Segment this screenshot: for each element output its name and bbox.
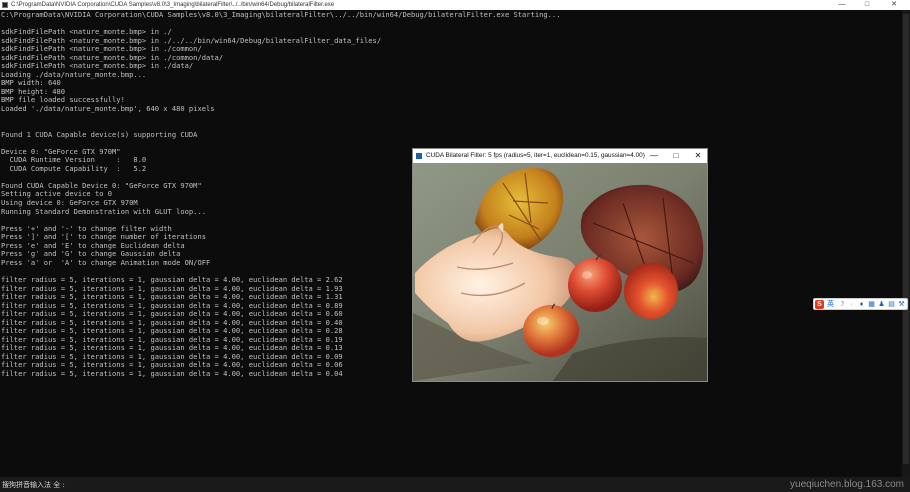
console-line: Loading ./data/nature_monte.bmp... xyxy=(1,69,147,79)
console-line: Found 1 CUDA Capable device(s) supportin… xyxy=(1,129,198,139)
console-window-title: C:\ProgramData\NVIDIA Corporation\CUDA S… xyxy=(11,2,335,8)
console-line: BMP height: 480 xyxy=(1,86,66,96)
maximize-button[interactable]: □ xyxy=(855,0,879,10)
console-title-bar[interactable]: C:\ProgramData\NVIDIA Corporation\CUDA S… xyxy=(0,0,910,10)
console-app-icon xyxy=(2,2,8,8)
image-window-title: CUDA Bilateral Filter: 5 fps (radius=5, … xyxy=(426,152,645,159)
skin-icon[interactable]: ♟ xyxy=(877,299,886,310)
ime-toolbar[interactable]: S 英 ☽ · ♦ ▦ ♟ ▤ ⚒ xyxy=(813,298,908,310)
keyboard-icon[interactable]: ▦ xyxy=(867,299,876,310)
close-button[interactable]: ✕ xyxy=(882,0,906,10)
wrench-icon[interactable]: ⚒ xyxy=(897,299,906,310)
ime-status-bar: 搜狗拼音输入法 全 : xyxy=(0,477,910,492)
sogou-logo-icon[interactable]: S xyxy=(815,300,824,309)
watermark: yueqiuchen.blog.163.com xyxy=(790,479,904,490)
console-line: C:\ProgramData\NVIDIA Corporation\CUDA S… xyxy=(1,11,561,19)
punctuation-icon[interactable]: · xyxy=(847,299,856,310)
image-maximize-button[interactable]: □ xyxy=(665,149,687,163)
mic-icon[interactable]: ♦ xyxy=(857,299,866,310)
toolbox-icon[interactable]: ▤ xyxy=(887,299,896,310)
moon-icon[interactable]: ☽ xyxy=(837,299,846,310)
scrollbar-thumb[interactable] xyxy=(903,14,909,464)
image-minimize-button[interactable]: — xyxy=(643,149,665,163)
console-line: Loaded './data/nature_monte.bmp', 640 x … xyxy=(1,104,215,114)
minimize-button[interactable]: — xyxy=(830,0,854,10)
image-close-button[interactable]: ✕ xyxy=(687,149,709,163)
console-line: BMP width: 640 xyxy=(1,78,61,88)
image-window-title-bar[interactable]: CUDA Bilateral Filter: 5 fps (radius=5, … xyxy=(413,149,707,163)
console-scrollbar[interactable] xyxy=(902,10,910,477)
bilateral-filter-window[interactable]: CUDA Bilateral Filter: 5 fps (radius=5, … xyxy=(412,148,708,382)
ime-status-text: 搜狗拼音输入法 全 : xyxy=(2,481,65,489)
glut-app-icon xyxy=(416,153,422,159)
filtered-photo xyxy=(413,163,707,381)
ime-mode-toggle[interactable]: 英 xyxy=(826,299,835,310)
